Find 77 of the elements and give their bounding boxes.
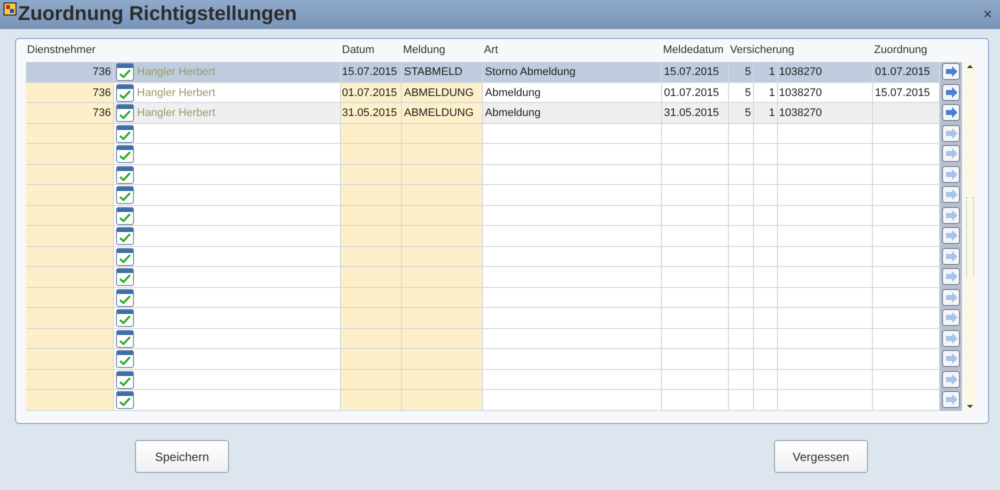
table-cell <box>341 144 402 164</box>
calendar-check-icon[interactable] <box>116 104 134 122</box>
table-cell: 01.07.2015 <box>341 82 402 103</box>
table-cell <box>341 246 402 267</box>
table-cell: ABMELDUNG <box>402 103 483 124</box>
column-header: Art <box>484 44 500 58</box>
calendar-check-icon[interactable] <box>116 206 134 224</box>
calendar-check-icon[interactable] <box>116 370 134 388</box>
table-cell <box>341 288 402 308</box>
table-cell <box>341 390 402 410</box>
arrow-button[interactable] <box>942 268 960 285</box>
table-cell <box>754 390 778 410</box>
table-cell <box>341 328 402 349</box>
table-cell <box>662 390 729 410</box>
arrow-button[interactable] <box>942 288 960 306</box>
arrow-button[interactable] <box>942 391 960 408</box>
close-button[interactable]: × <box>979 6 996 23</box>
app-icon <box>3 2 17 16</box>
table-cell: 736 <box>26 103 114 124</box>
calendar-check-icon[interactable] <box>116 350 134 368</box>
calendar-check-icon[interactable] <box>116 145 134 163</box>
table-cell: 736 <box>26 82 114 103</box>
table-cell: 15.07.2015 <box>341 62 402 82</box>
window-title: Zuordnung Richtigstellungen <box>18 3 297 26</box>
arrow-button[interactable] <box>942 370 960 388</box>
calendar-check-icon[interactable] <box>116 186 134 204</box>
table-row[interactable]: 736 Hangler Herbert 15.07.2015 STABMELD Storno Abmeldung 15.07.2015 5 1 1038270 01.07.2015 <box>26 62 962 82</box>
table-cell: ABMELDUNG <box>402 82 483 103</box>
calendar-check-icon[interactable] <box>116 309 134 327</box>
column-header: Meldung <box>403 44 446 58</box>
calendar-check-icon[interactable] <box>116 330 134 348</box>
table-cell <box>341 206 402 226</box>
table-cell <box>729 390 754 410</box>
calendar-check-icon[interactable] <box>116 248 134 266</box>
table-cell <box>341 124 402 144</box>
cancel-button[interactable]: Vergessen <box>774 440 868 473</box>
arrow-button[interactable] <box>942 145 960 162</box>
arrow-button[interactable] <box>942 350 960 367</box>
arrow-button[interactable] <box>942 124 960 142</box>
calendar-check-icon[interactable] <box>116 63 134 81</box>
calendar-check-icon[interactable] <box>116 84 134 102</box>
table-row[interactable]: 736 Hangler Herbert 31.05.2015 ABMELDUNG Abmeldung 31.05.2015 5 1 1038270 <box>26 103 962 124</box>
column-header: Versicherung <box>730 44 796 58</box>
column-header: Dienstnehmer <box>26 44 96 58</box>
table-cell <box>341 370 402 390</box>
arrow-button[interactable] <box>942 248 960 264</box>
column-header: Datum <box>342 44 376 58</box>
table-cell: STABMELD <box>402 62 483 82</box>
table-cell <box>341 226 402 246</box>
arrow-button[interactable] <box>942 309 960 326</box>
arrow-button[interactable] <box>942 186 960 203</box>
calendar-check-icon[interactable] <box>116 268 134 286</box>
arrow-button[interactable] <box>942 84 960 100</box>
column-header: Meldedatum <box>663 44 725 58</box>
arrow-button[interactable] <box>942 104 960 121</box>
scroll-thumb[interactable] <box>966 196 974 276</box>
table-cell <box>341 308 402 328</box>
table-cell <box>341 164 402 185</box>
arrow-button[interactable] <box>942 166 960 182</box>
arrow-button[interactable] <box>942 63 960 80</box>
calendar-check-icon[interactable] <box>116 288 134 306</box>
table-cell: 31.05.2015 <box>341 103 402 124</box>
calendar-check-icon[interactable] <box>116 166 134 184</box>
arrow-button[interactable] <box>942 227 960 244</box>
scrollbar[interactable] <box>964 62 976 411</box>
save-button[interactable]: Speichern <box>135 440 229 473</box>
calendar-check-icon[interactable] <box>116 391 134 409</box>
calendar-check-icon[interactable] <box>116 227 134 245</box>
column-header: Zuordnung <box>874 44 928 58</box>
table-cell <box>341 185 402 206</box>
arrow-button[interactable] <box>942 206 960 224</box>
table-cell: 736 <box>26 62 114 82</box>
table-cell <box>341 267 402 288</box>
arrow-button[interactable] <box>942 330 960 346</box>
table-cell <box>341 349 402 370</box>
calendar-check-icon[interactable] <box>116 124 134 142</box>
table-row[interactable]: 736 Hangler Herbert 01.07.2015 ABMELDUNG Abmeldung 01.07.2015 5 1 1038270 15.07.2015 <box>26 82 962 103</box>
